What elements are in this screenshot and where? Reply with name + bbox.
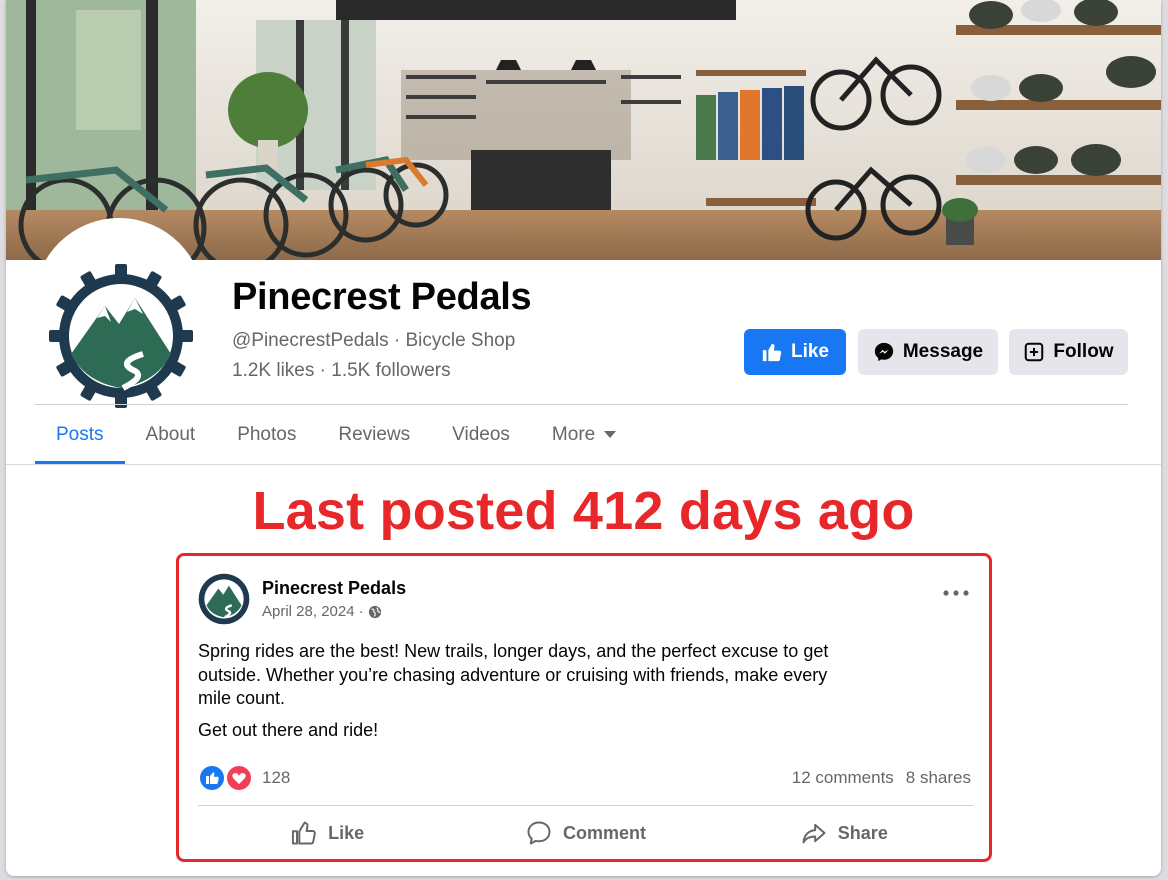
- message-label: Message: [902, 341, 984, 362]
- tab-posts-label: Posts: [56, 424, 104, 445]
- tab-reviews-label: Reviews: [338, 424, 411, 445]
- page-tabs: Posts About Photos Reviews Videos More: [35, 406, 638, 464]
- reaction-count: 128: [262, 768, 291, 787]
- globe-icon: [368, 605, 381, 618]
- page-stats[interactable]: 1.2K likes · 1.5K followers: [232, 360, 451, 382]
- page-handle-category: @PinecrestPedals · Bicycle Shop: [232, 330, 516, 351]
- tab-about-label: About: [145, 424, 196, 445]
- post-meta-separator: ·: [358, 603, 364, 620]
- tab-more-label: More: [551, 424, 596, 445]
- follow-label: Follow: [1053, 341, 1114, 362]
- post-share-button[interactable]: Share: [715, 811, 973, 855]
- page-frame: Pinecrest Pedals @PinecrestPedals · Bicy…: [6, 0, 1161, 876]
- like-page-label: Like: [790, 341, 830, 362]
- more-horizontal-icon: [943, 590, 969, 596]
- tab-about[interactable]: About: [125, 406, 217, 464]
- thumbs-up-outline-icon: [292, 821, 317, 845]
- post-meta: April 28, 2024 ·: [262, 603, 382, 620]
- post-share-label: Share: [837, 822, 888, 843]
- post-author-name[interactable]: Pinecrest Pedals: [262, 578, 406, 599]
- post-date[interactable]: April 28, 2024: [262, 603, 355, 620]
- post-engagement: 12 comments 8 shares: [792, 768, 971, 788]
- post-like-label: Like: [328, 822, 365, 843]
- tab-photos-label: Photos: [237, 424, 297, 445]
- cover-photo[interactable]: [6, 0, 1161, 260]
- shares-count[interactable]: 8 shares: [906, 768, 971, 788]
- thumbs-up-icon: [762, 343, 782, 362]
- post-author-avatar[interactable]: [198, 573, 250, 625]
- post-reactions[interactable]: 128: [198, 764, 290, 792]
- post-actions: Like Comment Share: [198, 811, 973, 855]
- last-posted-banner: Last posted 412 days ago: [252, 481, 915, 541]
- page-title: Pinecrest Pedals: [232, 276, 532, 318]
- tab-photos[interactable]: Photos: [216, 406, 317, 464]
- messenger-icon: [874, 342, 894, 362]
- post-options-button[interactable]: [939, 582, 973, 604]
- tab-videos-label: Videos: [452, 424, 510, 445]
- pinecrest-logo: [49, 264, 193, 408]
- comments-count[interactable]: 12 comments: [792, 768, 894, 788]
- post-card: Pinecrest Pedals April 28, 2024 · Spring…: [176, 553, 992, 862]
- tab-more[interactable]: More: [531, 406, 638, 464]
- tab-posts[interactable]: Posts: [35, 406, 125, 464]
- post-like-button[interactable]: Like: [198, 811, 456, 855]
- message-button[interactable]: Message: [858, 329, 998, 375]
- post-divider: [198, 805, 973, 806]
- post-body-closing: Get out there and ride!: [198, 720, 379, 740]
- caret-down-icon: [604, 431, 617, 438]
- reaction-icons: [198, 764, 253, 792]
- like-page-button[interactable]: Like: [744, 329, 846, 375]
- cover-photo-illustration: [6, 0, 1161, 260]
- tab-reviews[interactable]: Reviews: [317, 406, 431, 464]
- plus-square-icon: [1025, 342, 1044, 362]
- follow-button[interactable]: Follow: [1009, 329, 1128, 375]
- post-comment-button[interactable]: Comment: [456, 811, 714, 855]
- tab-videos[interactable]: Videos: [431, 406, 531, 464]
- share-arrow-icon: [802, 823, 826, 844]
- post-comment-label: Comment: [562, 822, 646, 843]
- page-avatar[interactable]: [34, 218, 204, 408]
- header-divider: [35, 404, 1128, 405]
- comment-icon: [527, 821, 551, 845]
- post-body: Spring rides are the best! New trails, l…: [198, 641, 829, 708]
